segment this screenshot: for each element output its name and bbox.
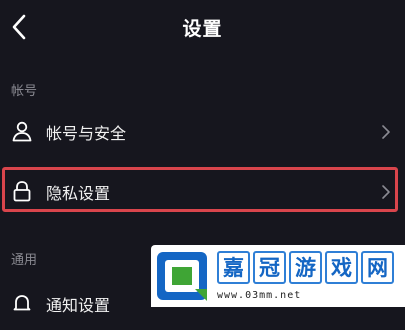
watermark-url: www.03mm.net [217, 290, 302, 301]
watermark-char: 冠 [253, 251, 286, 284]
user-icon [12, 121, 32, 142]
top-bar: 设置 [0, 0, 405, 56]
notification-settings-label: 通知设置 [46, 296, 111, 315]
chevron-right-icon [382, 125, 390, 139]
account-security-row[interactable]: 帐号与安全 [0, 106, 405, 158]
watermark-char: 游 [289, 251, 322, 284]
watermark-char: 嘉 [217, 251, 250, 284]
section-label-account: 帐号 [11, 84, 38, 99]
section-label-general: 通用 [11, 253, 38, 268]
watermark: 嘉 冠 游 戏 网 www.03mm.net [151, 245, 405, 307]
watermark-char: 戏 [325, 251, 358, 284]
site-logo-icon [157, 252, 207, 301]
highlight-box [2, 167, 398, 212]
page-title: 设置 [182, 18, 223, 40]
watermark-char: 网 [361, 251, 394, 284]
account-security-label: 帐号与安全 [46, 124, 127, 143]
watermark-chars: 嘉 冠 游 戏 网 [217, 251, 394, 284]
bell-icon [13, 295, 31, 311]
